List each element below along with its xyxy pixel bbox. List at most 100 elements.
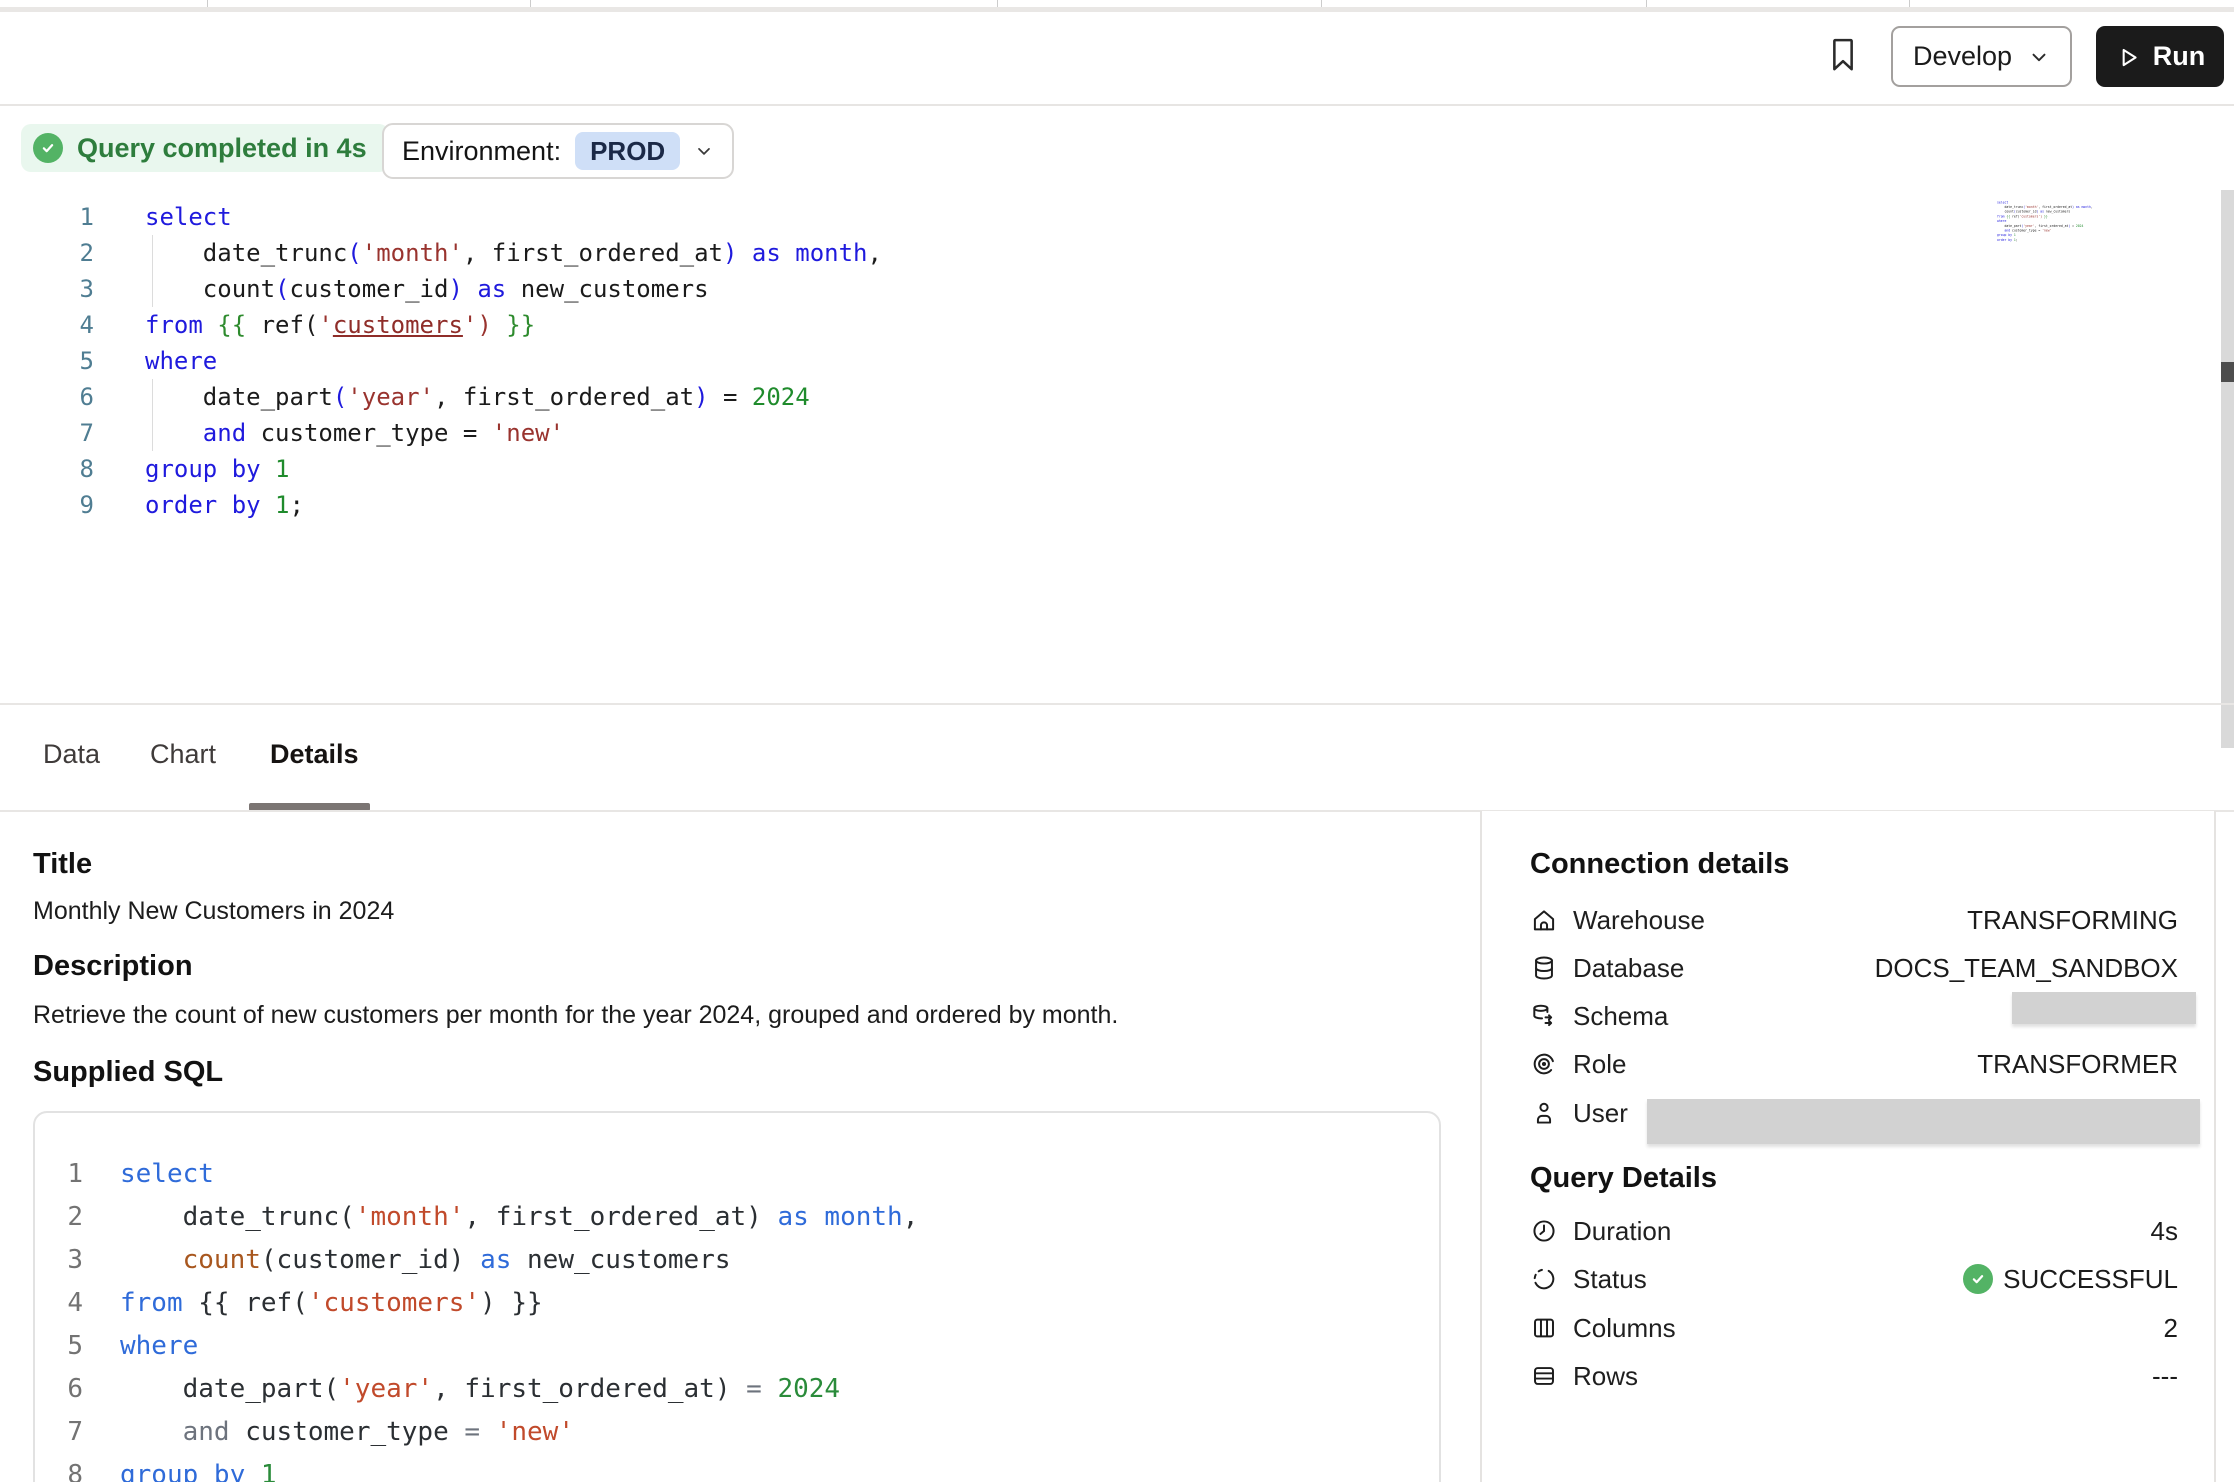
code-token — [492, 311, 506, 339]
code-token: from — [120, 1288, 183, 1318]
code-token: group by — [1997, 233, 2012, 237]
editor-scrollbar-thumb[interactable] — [2221, 362, 2234, 382]
duration-label: Duration — [1573, 1216, 1671, 1247]
code-token: as month — [2076, 205, 2091, 209]
line-number: 8 — [0, 451, 94, 487]
code-token: customer_type = — [246, 419, 492, 447]
role-value: TRANSFORMER — [1977, 1049, 2178, 1080]
line-number: 1 — [35, 1153, 83, 1196]
code-token: ref( — [246, 311, 318, 339]
status-label: Status — [1573, 1264, 1647, 1295]
details-side-panel: Connection details Warehouse TRANSFORMIN… — [1480, 811, 2216, 1482]
code-token: ; — [290, 491, 304, 519]
code-token: count — [1997, 210, 2014, 214]
code-token: 'month' — [362, 239, 463, 267]
code-token: ref( — [2010, 215, 2019, 219]
code-line: order by 1; — [1997, 237, 2114, 242]
code-token: , first_ordered_at) — [464, 1202, 777, 1232]
query-status-badge: Query completed in 4s — [21, 124, 389, 172]
code-token — [120, 1417, 183, 1447]
environment-selector[interactable]: Environment: PROD — [382, 123, 734, 179]
code-token — [1997, 229, 2005, 233]
status-success-icon — [1963, 1264, 1993, 1294]
ref-link[interactable]: customers — [2021, 215, 2038, 219]
code-line: 6 date_part('year', first_ordered_at) = … — [0, 379, 2234, 415]
code-token: {{ ref( — [183, 1288, 308, 1318]
line-number: 9 — [0, 487, 94, 523]
title-value: Monthly New Customers in 2024 — [33, 897, 394, 926]
code-token: group by — [145, 455, 261, 483]
user-value-redacted — [1647, 1099, 2200, 1144]
code-token: = — [464, 1417, 480, 1447]
code-token: 'new' — [496, 1417, 574, 1447]
code-line: 5where — [0, 343, 2234, 379]
window-top-edge — [0, 0, 2234, 7]
code-token: , first_ordered_at — [2035, 224, 2069, 228]
code-token: ) — [694, 383, 708, 411]
develop-menu-button[interactable]: Develop — [1891, 26, 2072, 87]
code-token: 'new' — [2042, 229, 2051, 233]
tab-details[interactable]: Details — [264, 738, 365, 771]
code-token: , first_ordered_at) — [433, 1374, 746, 1404]
code-token: ) — [723, 239, 737, 267]
description-heading: Description — [33, 950, 193, 983]
code-token: , first_ordered_at — [463, 239, 723, 267]
ref-link[interactable]: customers — [333, 311, 463, 339]
code-token: 'customers' — [308, 1288, 480, 1318]
code-token: 'month' — [355, 1202, 465, 1232]
warehouse-icon — [1530, 906, 1558, 934]
code-line: 8group by 1 — [35, 1454, 1439, 1482]
tabs-top-divider — [0, 703, 2234, 705]
line-number: 8 — [35, 1454, 83, 1482]
code-token: and — [203, 419, 246, 447]
code-token — [463, 275, 477, 303]
code-token: 2024 — [752, 383, 810, 411]
play-icon — [2115, 44, 2141, 70]
code-token — [261, 455, 275, 483]
database-icon — [1530, 954, 1558, 982]
status-value: SUCCESSFUL — [2003, 1264, 2178, 1295]
code-token: , — [903, 1202, 919, 1232]
code-token: ( — [333, 383, 347, 411]
code-token: date_part — [1997, 224, 2021, 228]
code-token — [261, 491, 275, 519]
run-button[interactable]: Run — [2096, 26, 2224, 87]
columns-icon — [1530, 1314, 1558, 1342]
develop-label: Develop — [1913, 41, 2012, 72]
environment-label: Environment: — [402, 136, 561, 167]
columns-value: 2 — [2164, 1313, 2178, 1344]
connection-row-warehouse: Warehouse TRANSFORMING — [1530, 896, 2178, 944]
code-token — [203, 311, 217, 339]
code-token: customer_id — [290, 275, 449, 303]
editor-minimap[interactable]: select date_trunc('month', first_ordered… — [1997, 200, 2117, 260]
code-token: select — [145, 203, 232, 231]
code-token: ( — [347, 239, 361, 267]
code-token: , first_ordered_at — [2038, 205, 2072, 209]
schema-icon — [1530, 1002, 1558, 1030]
code-token: = — [746, 1374, 762, 1404]
sql-editor[interactable]: 1select2 date_trunc('month', first_order… — [0, 199, 2234, 523]
code-token: group by — [120, 1460, 245, 1482]
role-icon — [1530, 1050, 1558, 1078]
query-row-columns: Columns 2 — [1530, 1304, 2178, 1352]
connection-row-role: Role TRANSFORMER — [1530, 1040, 2178, 1088]
code-token: select — [1997, 201, 2008, 205]
code-token: from — [1997, 215, 2005, 219]
code-token: 'new' — [492, 419, 564, 447]
tab-data[interactable]: Data — [37, 738, 106, 771]
code-token: }} — [2044, 215, 2048, 219]
line-number: 2 — [35, 1196, 83, 1239]
code-token: where — [1997, 219, 2006, 223]
line-number: 2 — [0, 235, 94, 271]
code-line: 7 and customer_type = 'new' — [0, 415, 2234, 451]
code-token: order by — [145, 491, 261, 519]
tab-chart[interactable]: Chart — [144, 738, 222, 771]
editor-scrollbar-track[interactable] — [2221, 190, 2234, 748]
run-label: Run — [2153, 41, 2205, 72]
line-number: 5 — [35, 1325, 83, 1368]
bookmark-button[interactable] — [1820, 30, 1866, 80]
code-token: 2024 — [2076, 224, 2084, 228]
code-token: customer_id — [2016, 210, 2037, 214]
code-token: , — [2091, 205, 2093, 209]
line-number: 3 — [0, 271, 94, 307]
